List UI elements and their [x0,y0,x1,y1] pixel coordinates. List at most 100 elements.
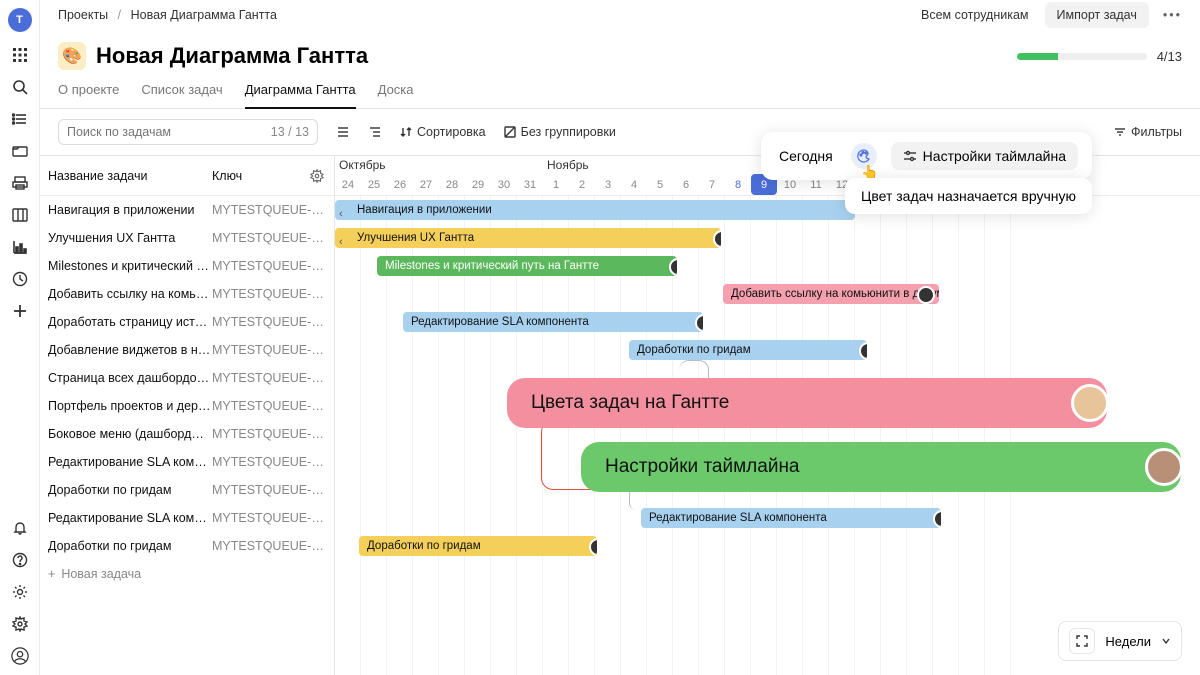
more-menu-icon[interactable]: ••• [1163,8,1182,22]
tab-list[interactable]: Список задач [141,74,222,108]
day-cell[interactable]: 4 [621,174,647,195]
fullscreen-icon[interactable] [1069,628,1095,654]
day-cell[interactable]: 27 [413,174,439,195]
board-icon[interactable] [11,206,29,224]
day-cell[interactable]: 26 [387,174,413,195]
gantt-bar[interactable]: ‹Навигация в приложении [335,200,855,220]
task-key: MYTESTQUEUE-9596 [212,371,326,385]
new-task-button[interactable]: +Новая задача [40,560,334,588]
avatar [695,314,703,332]
task-key: MYTESTQUEUE-8473 [212,483,326,497]
print-icon[interactable] [11,174,29,192]
day-cell[interactable]: 24 [335,174,361,195]
timeline[interactable]: Октябрь Ноябрь 2425262728293031123456789… [335,156,1200,675]
timeline-scale[interactable]: Недели [1058,621,1182,661]
list-tree-icon[interactable] [368,125,382,139]
table-row[interactable]: Навигация в приложенииMYTESTQUEUE-3249 [40,196,334,224]
search-icon[interactable] [11,78,29,96]
column-key: Ключ [212,169,310,183]
timeline-float-panel: Сегодня 👆 Настройки таймлайна [761,132,1092,180]
gantt-bar[interactable]: Доработки по гридам [629,340,867,360]
callout-colors: Цвета задач на Гантте [507,378,1107,428]
list-flat-icon[interactable] [336,125,350,139]
tab-board[interactable]: Доска [378,74,414,108]
avatar [859,342,867,360]
task-key: MYTESTQUEUE-5860 [212,427,326,441]
table-row[interactable]: Страница всех дашбордов и отчёт…MYTESTQU… [40,364,334,392]
day-cell[interactable]: 28 [439,174,465,195]
day-cell[interactable]: 7 [699,174,725,195]
breadcrumb-bar: Проекты / Новая Диаграмма Гантта Всем со… [40,0,1200,30]
avatar [589,538,597,556]
gantt-bar[interactable]: Редактирование SLA компонента [641,508,941,528]
task-name: Боковое меню (дашборды и отчёты) [48,427,212,441]
table-row[interactable]: Доработки по гридамMYTESTQUEUE-8473 [40,532,334,560]
day-cell[interactable]: 29 [465,174,491,195]
day-cell[interactable]: 31 [517,174,543,195]
day-cell[interactable]: 25 [361,174,387,195]
day-cell[interactable]: 30 [491,174,517,195]
palette-icon[interactable]: 👆 [851,143,877,169]
task-name: Навигация в приложении [48,203,212,217]
gear-icon[interactable] [11,615,29,633]
gantt-bar[interactable]: Добавить ссылку на комьюнити в документа… [723,284,939,304]
table-row[interactable]: Портфель проектов и деревоMYTESTQUEUE-29… [40,392,334,420]
list-icon[interactable] [11,110,29,128]
table-row[interactable]: Milestones и критический путь на …MYTEST… [40,252,334,280]
apps-icon[interactable] [11,46,29,64]
search-count: 13 / 13 [271,125,309,139]
task-key: MYTESTQUEUE-4039 [212,287,326,301]
chevron-down-icon [1161,636,1171,646]
day-cell[interactable]: 8 [725,174,751,195]
task-key: MYTESTQUEUE-5784 [212,511,326,525]
day-cell[interactable]: 6 [673,174,699,195]
gantt-bar[interactable]: ‹Улучшения UX Гантта [335,228,721,248]
sort-button[interactable]: Сортировка [400,125,486,139]
gantt-bar[interactable]: Milestones и критический путь на Гантте [377,256,677,276]
table-row[interactable]: Добавление виджетов в новом UIMYTESTQUEU… [40,336,334,364]
avatar [669,258,677,276]
table-row[interactable]: Доработать страницу историиMYTESTQUEUE-3… [40,308,334,336]
breadcrumb-root[interactable]: Проекты [58,8,108,22]
month-october: Октябрь [339,158,386,172]
task-key: MYTESTQUEUE-8473 [212,539,326,553]
day-cell[interactable]: 2 [569,174,595,195]
table-row[interactable]: Улучшения UX ГанттаMYTESTQUEUE-2903 [40,224,334,252]
gantt-bar[interactable]: Доработки по гридам [359,536,597,556]
columns-gear-icon[interactable] [310,169,324,183]
day-cell[interactable]: 3 [595,174,621,195]
today-button[interactable]: Сегодня [775,146,837,166]
timeline-settings-button[interactable]: Настройки таймлайна [891,142,1078,170]
bell-icon[interactable] [11,519,29,537]
filters-button[interactable]: Фильтры [1114,125,1182,139]
profile-icon[interactable] [11,647,29,665]
arrow-left-icon: ‹ [339,204,343,220]
table-row[interactable]: Боковое меню (дашборды и отчёты)MYTESTQU… [40,420,334,448]
left-rail: T [0,0,40,675]
task-name: Редактирование SLA компонента [48,455,212,469]
avatar [1071,384,1109,422]
folder-icon[interactable] [11,142,29,160]
day-cell[interactable]: 5 [647,174,673,195]
settings-icon[interactable] [11,583,29,601]
gantt-bar[interactable]: Редактирование SLA компонента [403,312,703,332]
chart-icon[interactable] [11,238,29,256]
plus-icon[interactable] [11,302,29,320]
table-row[interactable]: Редактирование SLA компонентаMYTESTQUEUE… [40,448,334,476]
group-button[interactable]: Без группировки [504,125,616,139]
table-row[interactable]: Доработки по гридамMYTESTQUEUE-8473 [40,476,334,504]
task-name: Доработки по гридам [48,539,212,553]
table-row[interactable]: Редактирование SLA компонентаMYTESTQUEUE… [40,504,334,532]
tab-gantt[interactable]: Диаграмма Гантта [245,74,356,109]
task-name: Редактирование SLA компонента [48,511,212,525]
clock-icon[interactable] [11,270,29,288]
day-cell[interactable]: 1 [543,174,569,195]
table-row[interactable]: Добавить ссылку на комьюнити в …MYTESTQU… [40,280,334,308]
search-input[interactable]: 13 / 13 [58,119,318,145]
tab-about[interactable]: О проекте [58,74,119,108]
all-employees-link[interactable]: Всем сотрудникам [921,8,1029,22]
import-tasks-button[interactable]: Импорт задач [1045,2,1149,28]
help-icon[interactable] [11,551,29,569]
user-avatar[interactable]: T [8,8,32,32]
task-name: Добавить ссылку на комьюнити в … [48,287,212,301]
